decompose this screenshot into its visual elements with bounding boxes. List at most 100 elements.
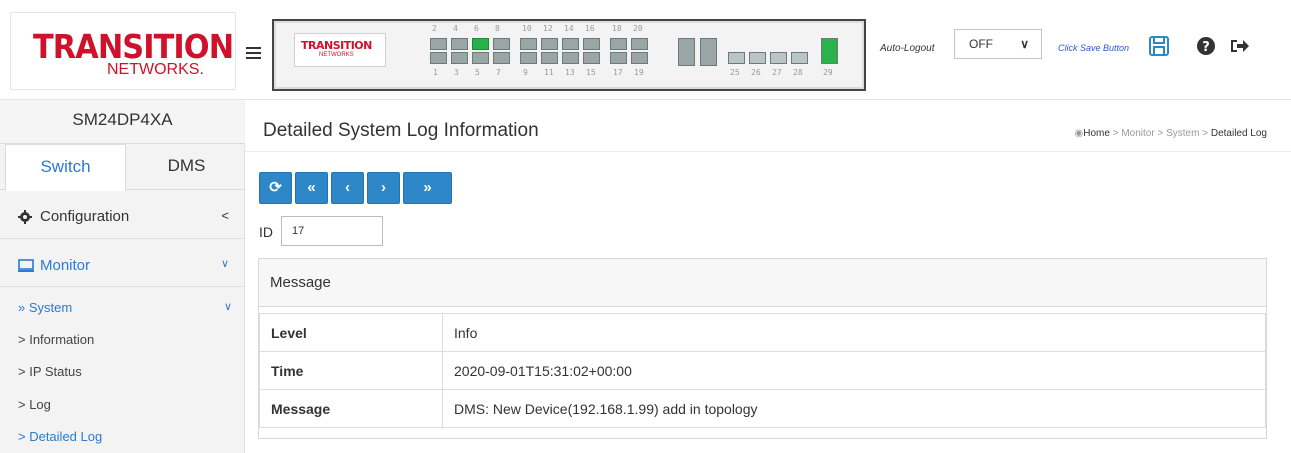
port-number-label: 4 xyxy=(453,24,458,33)
chevron-down-icon: ∨ xyxy=(223,301,232,313)
auto-logout-label: Auto-Logout xyxy=(880,43,935,54)
switch-port-19[interactable] xyxy=(631,52,648,64)
port-number-label: 16 xyxy=(585,24,595,33)
message-panel: Message Level Info Time 2020-09-01T15:31… xyxy=(258,258,1267,439)
sidebar-item-ip-status[interactable]: > IP Status xyxy=(18,364,82,379)
port-number-label: 12 xyxy=(543,24,553,33)
switch-port-12[interactable] xyxy=(541,38,558,50)
next-button[interactable]: › xyxy=(367,172,400,204)
port-number-label: 26 xyxy=(751,68,761,77)
switch-port-3[interactable] xyxy=(451,52,468,64)
brand-logo-subtext: NETWORKS. xyxy=(107,61,204,78)
switch-port-10[interactable] xyxy=(520,38,537,50)
log-detail-table: Level Info Time 2020-09-01T15:31:02+00:0… xyxy=(259,313,1266,428)
top-header: TRANSITION NETWORKS. TRANSITION NETWORKS… xyxy=(0,0,1291,100)
switch-port-11[interactable] xyxy=(541,52,558,64)
switch-port-4[interactable] xyxy=(451,38,468,50)
sidebar-item-label: Configuration xyxy=(40,208,130,225)
port-number-label: 28 xyxy=(793,68,803,77)
first-page-button[interactable]: « xyxy=(295,172,328,204)
logout-icon[interactable] xyxy=(1228,35,1250,57)
breadcrumb-separator: > xyxy=(1112,128,1119,139)
switch-port-6[interactable] xyxy=(472,38,489,50)
auto-logout-value: OFF xyxy=(969,37,993,51)
breadcrumb-system[interactable]: System xyxy=(1166,128,1199,139)
row-key-message: Message xyxy=(259,389,443,428)
switch-port-29[interactable] xyxy=(821,38,838,64)
svg-text:?: ? xyxy=(1202,40,1210,55)
port-number-label: 11 xyxy=(544,68,554,77)
help-icon[interactable]: ? xyxy=(1195,35,1217,57)
breadcrumb-separator: > xyxy=(1202,128,1209,139)
switch-port-9[interactable] xyxy=(520,52,537,64)
breadcrumb-separator: > xyxy=(1157,128,1164,139)
save-icon[interactable] xyxy=(1148,35,1170,57)
switch-port-8[interactable] xyxy=(493,38,510,50)
table-row: Level Info xyxy=(259,313,1266,352)
menu-icon[interactable] xyxy=(246,47,261,59)
id-input[interactable]: 17 xyxy=(281,216,383,246)
port-number-label: 18 xyxy=(612,24,622,33)
divider xyxy=(0,238,245,239)
brand-logo[interactable]: TRANSITION NETWORKS. xyxy=(10,12,236,90)
port-number-label: 17 xyxy=(613,68,623,77)
port-number-label: 9 xyxy=(523,68,528,77)
switch-front-panel: TRANSITION NETWORKS 2 4 6 8 10 12 14 16 18 20 1 3 5 7… xyxy=(272,19,866,91)
sidebar-item-log[interactable]: > Log xyxy=(18,397,51,412)
breadcrumb-current: Detailed Log xyxy=(1210,128,1267,139)
refresh-button[interactable]: ⟳ xyxy=(259,172,292,204)
switch-port-25[interactable] xyxy=(728,52,745,64)
switch-port-15[interactable] xyxy=(583,52,600,64)
tab-switch[interactable]: Switch xyxy=(5,144,126,191)
switch-port-26[interactable] xyxy=(749,52,766,64)
switch-port-27[interactable] xyxy=(770,52,787,64)
home-icon: ◉ xyxy=(1074,128,1084,139)
switch-port-1[interactable] xyxy=(430,52,447,64)
switch-port-14[interactable] xyxy=(562,38,579,50)
row-key-level: Level xyxy=(259,313,443,352)
switch-ports: 2 4 6 8 10 12 14 16 18 20 1 3 5 7 9 11 13 15 17 19 25 26 27 28 2… xyxy=(274,21,868,93)
monitor-icon xyxy=(18,257,34,277)
switch-port-5[interactable] xyxy=(472,52,489,64)
chevron-down-icon: ∨ xyxy=(1020,37,1029,51)
port-number-label: 2 xyxy=(432,24,437,33)
switch-port-18[interactable] xyxy=(610,38,627,50)
port-number-label: 29 xyxy=(823,68,833,77)
page-title: Detailed System Log Information xyxy=(263,120,539,141)
breadcrumb-monitor[interactable]: Monitor xyxy=(1121,128,1154,139)
port-number-label: 19 xyxy=(634,68,644,77)
switch-port-7[interactable] xyxy=(493,52,510,64)
row-value-time: 2020-09-01T15:31:02+00:00 xyxy=(442,351,1266,390)
auto-logout-select[interactable]: OFF ∨ xyxy=(954,29,1042,59)
switch-port-13[interactable] xyxy=(562,52,579,64)
id-label: ID xyxy=(259,224,273,240)
save-button-hint[interactable]: Click Save Button xyxy=(1058,43,1129,53)
table-row: Time 2020-09-01T15:31:02+00:00 xyxy=(259,351,1266,390)
port-number-label: 14 xyxy=(564,24,574,33)
sidebar-tabs: Switch DMS xyxy=(0,144,245,191)
switch-port-20[interactable] xyxy=(631,38,648,50)
row-value-level: Info xyxy=(442,313,1266,352)
gear-icon xyxy=(18,208,32,228)
panel-title: Message xyxy=(270,274,331,291)
switch-port-16[interactable] xyxy=(583,38,600,50)
switch-port-28[interactable] xyxy=(791,52,808,64)
sidebar-item-detailed-log[interactable]: > Detailed Log xyxy=(18,429,102,444)
port-number-label: 27 xyxy=(772,68,782,77)
panel-header: Message xyxy=(259,259,1266,307)
sidebar-item-information[interactable]: > Information xyxy=(18,332,94,347)
previous-button[interactable]: ‹ xyxy=(331,172,364,204)
port-number-label: 8 xyxy=(495,24,500,33)
last-page-button[interactable]: » xyxy=(403,172,452,204)
switch-port-17[interactable] xyxy=(610,52,627,64)
switch-port-sfp[interactable] xyxy=(678,38,695,66)
sidebar: SM24DP4XA Switch DMS Configuration < Mon… xyxy=(0,100,245,453)
port-number-label: 6 xyxy=(474,24,479,33)
switch-port-2[interactable] xyxy=(430,38,447,50)
breadcrumb-home[interactable]: Home xyxy=(1083,128,1110,139)
port-number-label: 20 xyxy=(633,24,643,33)
switch-port-sfp[interactable] xyxy=(700,38,717,66)
sidebar-item-system[interactable]: » System xyxy=(18,300,72,315)
tab-dms[interactable]: DMS xyxy=(128,144,245,190)
port-number-label: 5 xyxy=(475,68,480,77)
